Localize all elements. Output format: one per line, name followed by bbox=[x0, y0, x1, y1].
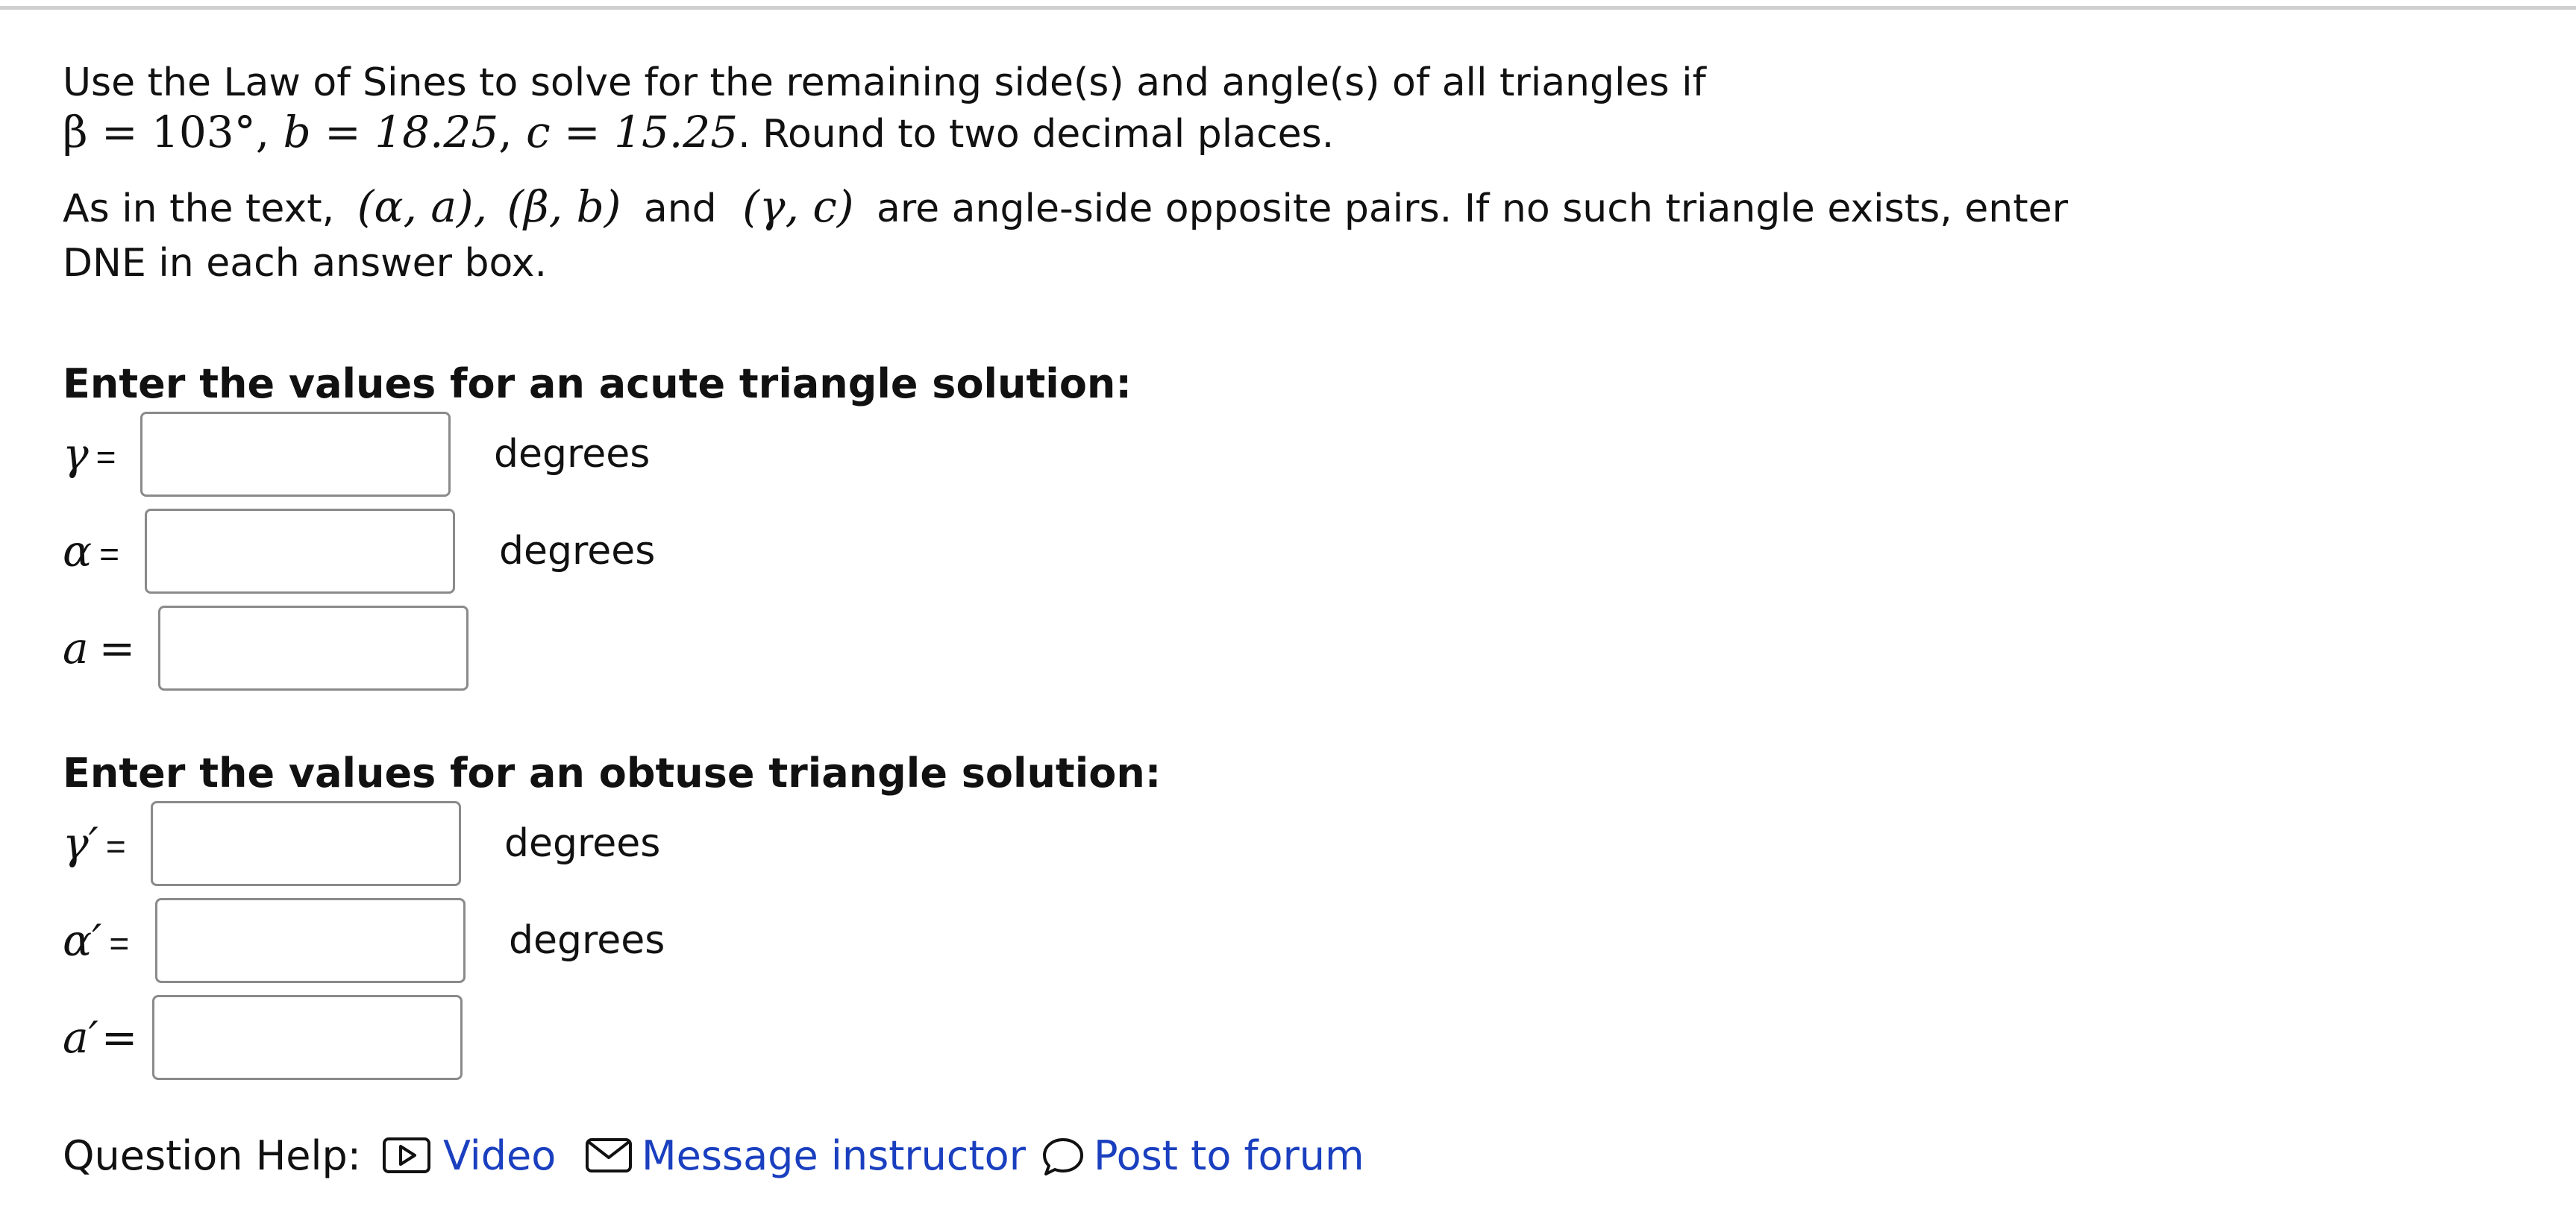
video-link-label: Video bbox=[443, 1132, 557, 1179]
acute-alpha-unit: degrees bbox=[499, 529, 656, 574]
obtuse-side-a-row: a′= bbox=[63, 995, 958, 1084]
obtuse-gamma-label: γ′ = bbox=[63, 818, 126, 869]
question-given-values: β = 103°, b = 18.25, c = 15.25. Round to… bbox=[63, 107, 1335, 157]
obtuse-alpha-unit: degrees bbox=[509, 918, 665, 963]
pairs-prefix: As in the text, bbox=[63, 186, 335, 231]
post-to-forum-label: Post to forum bbox=[1094, 1132, 1364, 1179]
obtuse-side-a-input[interactable] bbox=[152, 995, 463, 1080]
obtuse-section-title: Enter the values for an obtuse triangle … bbox=[63, 750, 1162, 797]
acute-section-title: Enter the values for an acute triangle s… bbox=[63, 360, 1132, 407]
obtuse-gamma-input[interactable] bbox=[151, 801, 461, 886]
pairs-explanation: As in the text, (α, a), (β, b) and (γ, c… bbox=[63, 182, 2068, 233]
message-instructor-label: Message instructor bbox=[642, 1132, 1026, 1179]
pairs-and: and bbox=[643, 186, 717, 231]
acute-side-a-input[interactable] bbox=[158, 606, 468, 691]
obtuse-side-a-label: a′= bbox=[63, 1012, 138, 1063]
dne-instruction: DNE in each answer box. bbox=[63, 241, 548, 286]
obtuse-alpha-label: α′ = bbox=[63, 915, 130, 966]
acute-alpha-label: α = bbox=[63, 526, 120, 577]
acute-side-a-row: a = bbox=[63, 606, 958, 695]
acute-alpha-input[interactable] bbox=[145, 509, 455, 594]
pair-alpha-a: (α, a), bbox=[357, 181, 487, 232]
given-beta: β = 103° bbox=[63, 107, 256, 157]
question-text-line1: Use the Law of Sines to solve for the re… bbox=[63, 60, 1706, 105]
acute-gamma-unit: degrees bbox=[494, 432, 651, 477]
pairs-suffix: are angle-side opposite pairs. If no suc… bbox=[877, 186, 2068, 231]
obtuse-alpha-input[interactable] bbox=[155, 898, 466, 983]
acute-gamma-input[interactable] bbox=[140, 412, 451, 497]
acute-alpha-row: α = degrees bbox=[63, 509, 958, 598]
speech-bubble-icon bbox=[1043, 1138, 1083, 1175]
given-c: c = 15.25 bbox=[526, 107, 739, 157]
given-b: b = 18.25 bbox=[283, 107, 499, 157]
obtuse-gamma-row: γ′ = degrees bbox=[63, 801, 958, 891]
envelope-icon bbox=[586, 1138, 632, 1172]
acute-gamma-label: γ = bbox=[63, 429, 116, 480]
obtuse-gamma-unit: degrees bbox=[504, 821, 661, 866]
acute-gamma-row: γ = degrees bbox=[63, 412, 958, 501]
round-instruction: . Round to two decimal places. bbox=[738, 112, 1335, 157]
pair-gamma-c: (γ, c) bbox=[742, 181, 854, 232]
pair-beta-b: (β, b) bbox=[507, 181, 621, 232]
acute-side-a-label: a = bbox=[63, 623, 136, 674]
video-play-icon bbox=[383, 1137, 430, 1173]
question-help-label: Question Help: bbox=[63, 1132, 361, 1179]
obtuse-alpha-row: α′ = degrees bbox=[63, 898, 958, 988]
top-divider bbox=[0, 6, 2576, 10]
